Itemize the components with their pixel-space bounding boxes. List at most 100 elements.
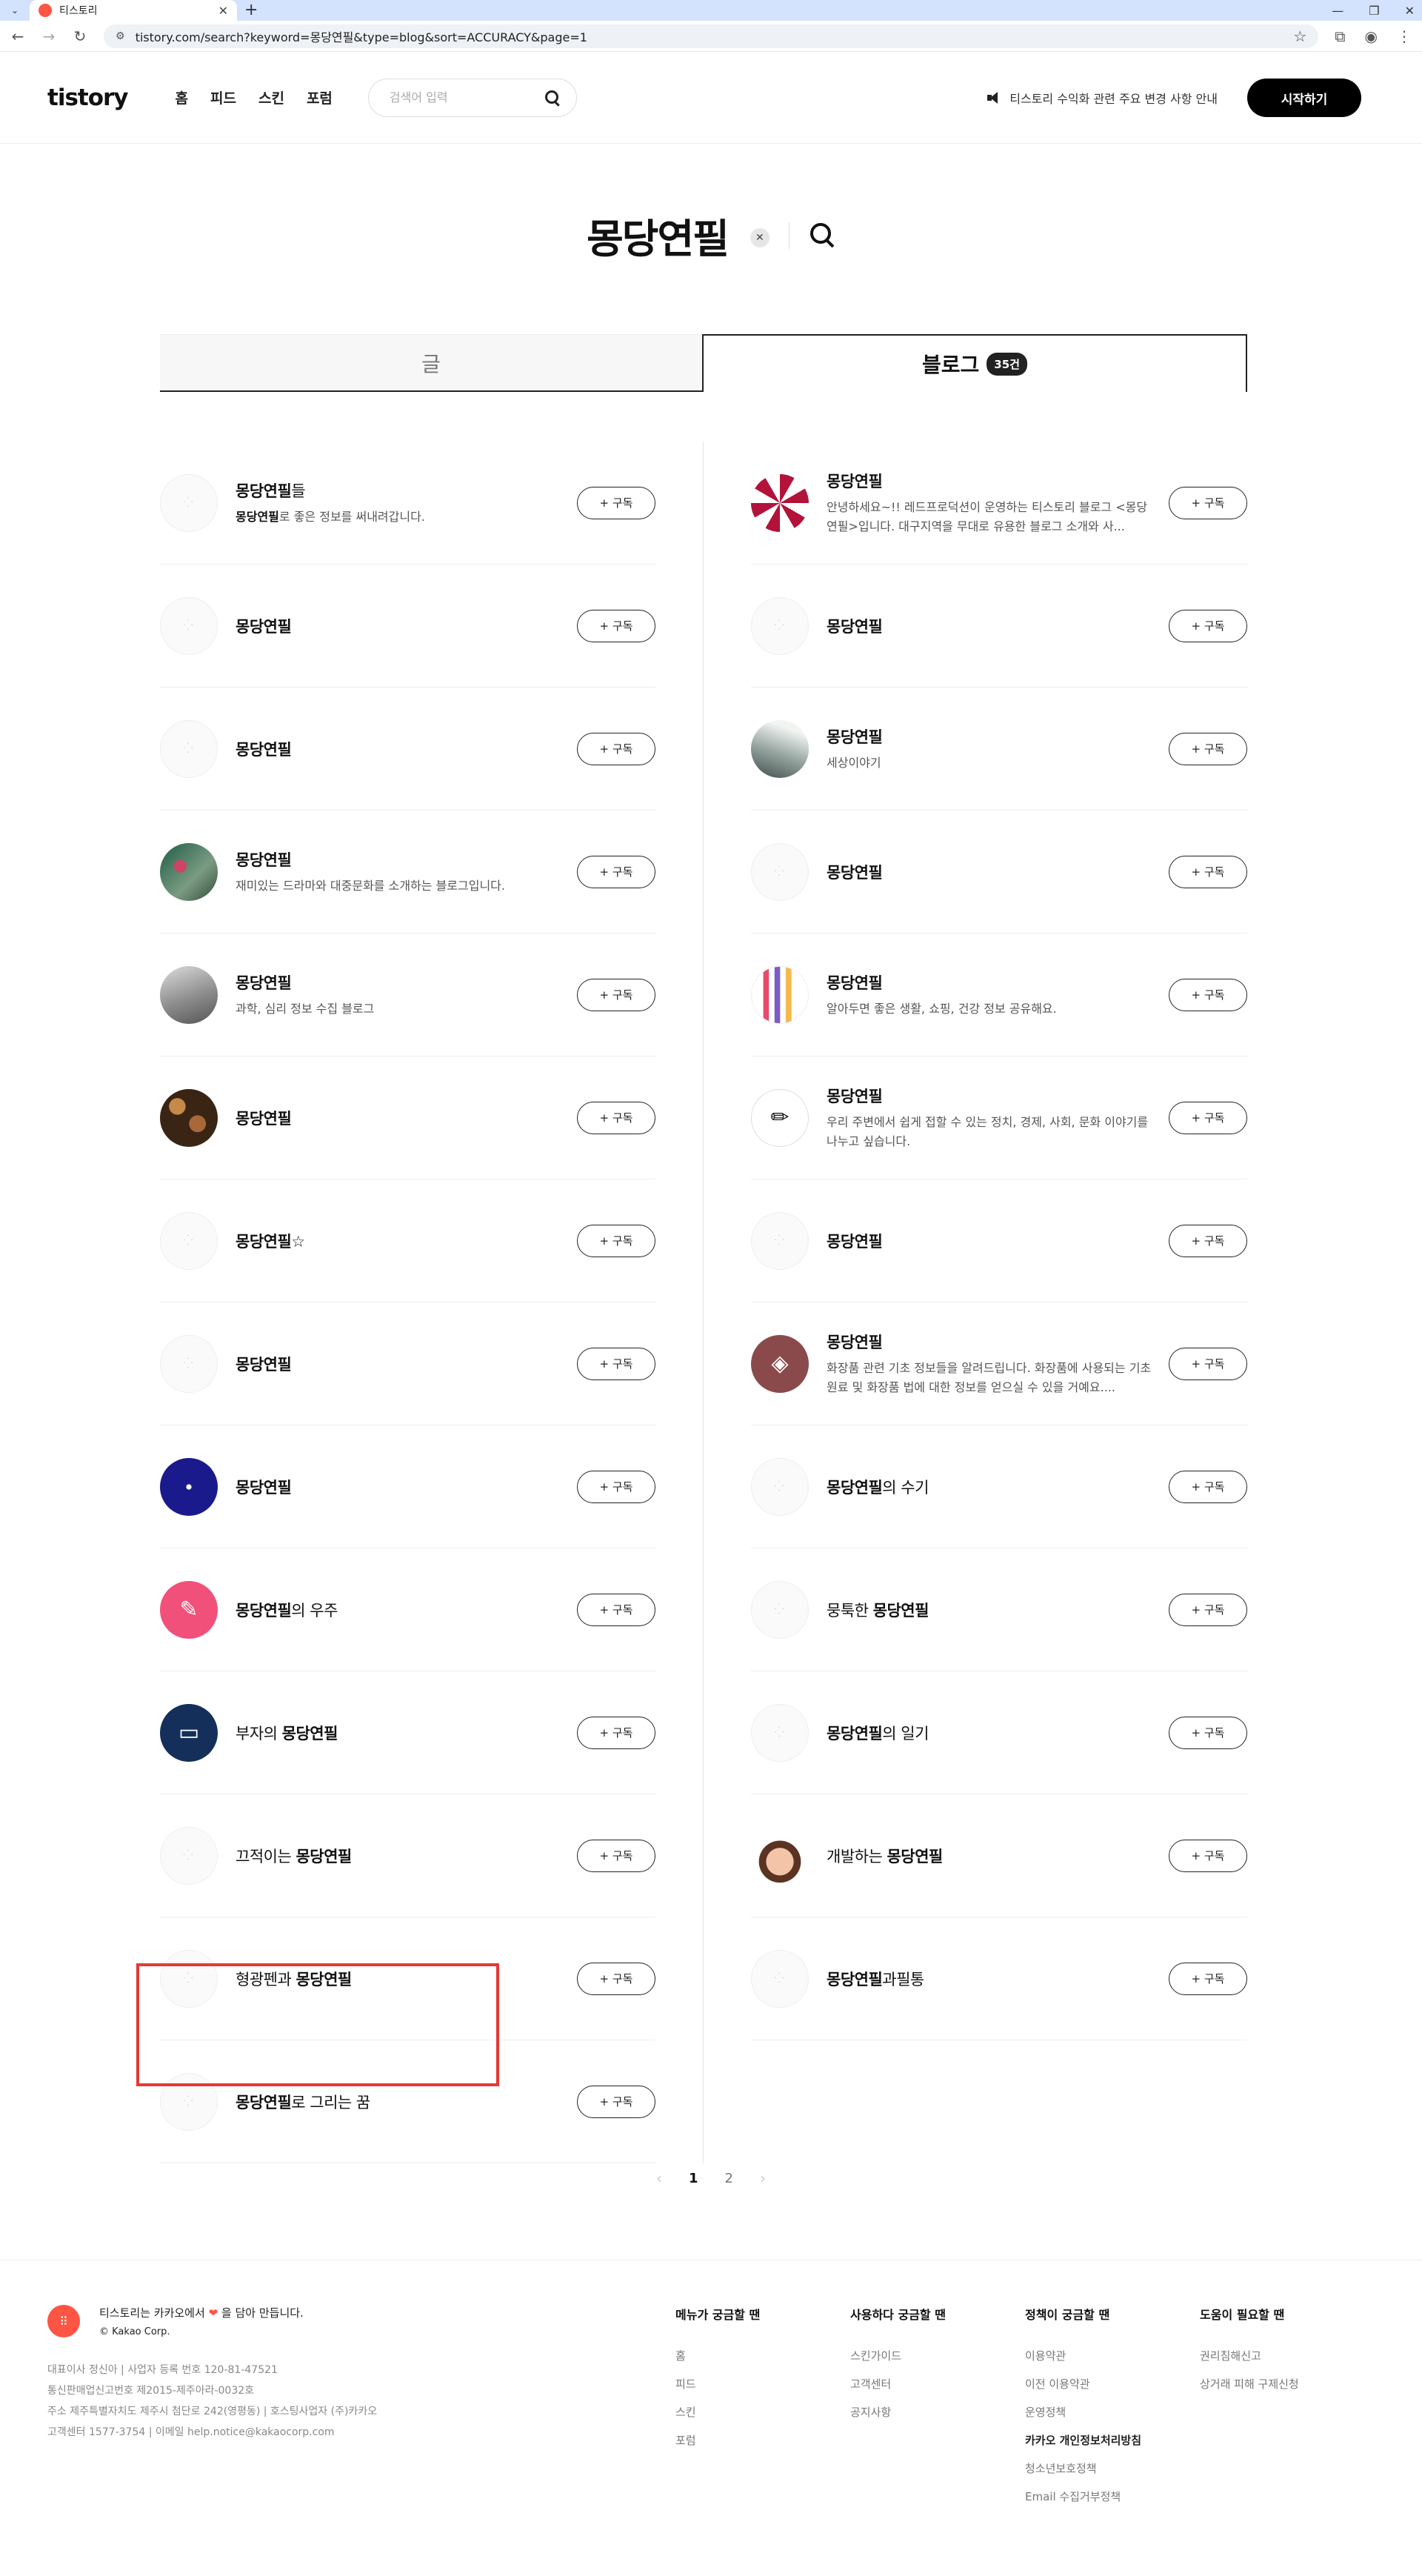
blog-avatar[interactable]: · · · ·: [751, 1949, 809, 2008]
subscribe-button[interactable]: + 구독: [1169, 1839, 1247, 1872]
blog-result-item[interactable]: · · · · 끄적이는 몽당연필 + 구독: [160, 1794, 655, 1917]
footer-link[interactable]: 고객센터: [850, 2370, 1025, 2398]
blog-name[interactable]: 몽당연필: [236, 738, 562, 760]
page-1[interactable]: 1: [689, 2171, 698, 2186]
blog-name[interactable]: 몽당연필의 수기: [827, 1476, 1154, 1498]
search-submit-icon[interactable]: [810, 222, 835, 248]
blog-result-item[interactable]: ▭ 부자의 몽당연필 + 구독: [160, 1671, 655, 1794]
tistory-footer-logo-icon[interactable]: ⠿: [47, 2305, 80, 2337]
subscribe-button[interactable]: + 구독: [1169, 1470, 1247, 1503]
page-2[interactable]: 2: [725, 2171, 733, 2186]
blog-avatar[interactable]: ✏: [751, 1088, 809, 1147]
search-keyword[interactable]: 몽당연필: [587, 206, 730, 264]
close-tab-icon[interactable]: ✕: [218, 4, 228, 18]
blog-avatar[interactable]: · · · ·: [160, 596, 218, 655]
blog-name[interactable]: 부자의 몽당연필: [236, 1722, 562, 1744]
blog-result-item[interactable]: 몽당연필 과학, 심리 정보 수집 블로그 + 구독: [160, 933, 655, 1056]
blog-avatar[interactable]: ▭: [160, 1703, 218, 1762]
blog-avatar[interactable]: · · · ·: [160, 1211, 218, 1270]
blog-name[interactable]: 몽당연필: [236, 1476, 562, 1498]
subscribe-button[interactable]: + 구독: [1169, 609, 1247, 642]
blog-result-item[interactable]: · · · · 몽당연필과필통 + 구독: [751, 1917, 1247, 2040]
minimize-icon[interactable]: —: [1332, 4, 1343, 18]
footer-link[interactable]: 피드: [675, 2370, 850, 2398]
menu-kebab-icon[interactable]: ⋮: [1397, 27, 1412, 45]
subscribe-button[interactable]: + 구독: [1169, 978, 1247, 1011]
blog-result-item[interactable]: · · · · 몽당연필 + 구독: [751, 565, 1247, 688]
subscribe-button[interactable]: + 구독: [1169, 1716, 1247, 1749]
restore-icon[interactable]: ❐: [1369, 4, 1379, 18]
subscribe-button[interactable]: + 구독: [577, 609, 655, 642]
blog-name[interactable]: 끄적이는 몽당연필: [236, 1845, 562, 1867]
blog-result-item[interactable]: · · · · 몽당연필☆ + 구독: [160, 1179, 655, 1302]
nav-home[interactable]: 홈: [176, 87, 188, 107]
blog-name[interactable]: 몽당연필: [827, 861, 1154, 883]
footer-link[interactable]: Email 수집거부정책: [1025, 2483, 1200, 2511]
blog-avatar[interactable]: [160, 965, 218, 1024]
blog-result-item[interactable]: 몽당연필 재미있는 드라마와 대중문화를 소개하는 블로그입니다. + 구독: [160, 811, 655, 933]
reload-icon[interactable]: ↻: [73, 27, 87, 45]
footer-link[interactable]: 이용약관: [1025, 2342, 1200, 2370]
footer-link[interactable]: 포럼: [675, 2426, 850, 2454]
subscribe-button[interactable]: + 구독: [1169, 732, 1247, 765]
blog-avatar[interactable]: · · · ·: [751, 1211, 809, 1270]
blog-result-item[interactable]: 몽당연필 세상이야기 + 구독: [751, 688, 1247, 811]
blog-avatar[interactable]: [160, 842, 218, 901]
blog-result-item[interactable]: · · · · 몽당연필의 일기 + 구독: [751, 1671, 1247, 1794]
blog-avatar[interactable]: [751, 1826, 809, 1885]
subscribe-button[interactable]: + 구독: [577, 486, 655, 519]
blog-name[interactable]: 뭉툭한 몽당연필: [827, 1599, 1154, 1621]
subscribe-button[interactable]: + 구독: [577, 1347, 655, 1380]
footer-link[interactable]: 스킨가이드: [850, 2342, 1025, 2370]
footer-link[interactable]: 홈: [675, 2342, 850, 2370]
subscribe-button[interactable]: + 구독: [1169, 1962, 1247, 1995]
blog-name[interactable]: 몽당연필☆: [236, 1230, 562, 1252]
blog-result-item[interactable]: 몽당연필 + 구독: [160, 1425, 655, 1548]
subscribe-button[interactable]: + 구독: [577, 1839, 655, 1872]
blog-name[interactable]: 몽당연필: [827, 1230, 1154, 1252]
subscribe-button[interactable]: + 구독: [577, 1101, 655, 1134]
blog-result-item[interactable]: 몽당연필 안녕하세요~!! 레드프로덕션이 운영하는 티스토리 블로그 <몽당연필…: [751, 442, 1247, 565]
subscribe-button[interactable]: + 구독: [1169, 1593, 1247, 1626]
blog-name[interactable]: 몽당연필: [827, 1331, 1154, 1353]
close-window-icon[interactable]: ✕: [1405, 4, 1415, 18]
bookmark-star-icon[interactable]: ☆: [1293, 27, 1306, 45]
subscribe-button[interactable]: + 구독: [577, 1593, 655, 1626]
blog-name[interactable]: 몽당연필: [236, 1353, 562, 1375]
blog-result-item[interactable]: 몽당연필 알아두면 좋은 생활, 쇼핑, 건강 정보 공유해요. + 구독: [751, 933, 1247, 1056]
subscribe-button[interactable]: + 구독: [577, 855, 655, 888]
blog-name[interactable]: 몽당연필: [827, 725, 1154, 748]
blog-result-item[interactable]: · · · · 몽당연필 + 구독: [160, 688, 655, 811]
blog-name[interactable]: 몽당연필로 그리는 꿈: [236, 2091, 562, 2113]
subscribe-button[interactable]: + 구독: [1169, 1101, 1247, 1134]
tab-blogs[interactable]: 블로그 35건: [702, 334, 1247, 392]
new-tab-icon[interactable]: +: [244, 1, 258, 19]
prev-page-icon[interactable]: ‹: [656, 2169, 662, 2187]
blog-avatar[interactable]: [751, 719, 809, 778]
tab-search-dropdown-icon[interactable]: ⌄: [6, 1, 24, 19]
blog-name[interactable]: 개발하는 몽당연필: [827, 1845, 1154, 1867]
blog-avatar[interactable]: [751, 473, 809, 532]
blog-avatar[interactable]: · · · ·: [751, 1457, 809, 1516]
blog-name[interactable]: 몽당연필과필통: [827, 1968, 1154, 1990]
blog-name[interactable]: 몽당연필: [827, 470, 1154, 492]
nav-forum[interactable]: 포럼: [307, 87, 333, 107]
footer-link[interactable]: 상거래 피해 구제신청: [1200, 2370, 1375, 2398]
blog-result-item[interactable]: · · · · 몽당연필 + 구독: [160, 1302, 655, 1425]
blog-name[interactable]: 몽당연필: [236, 971, 562, 994]
blog-result-item[interactable]: ✎ 몽당연필의 우주 + 구독: [160, 1548, 655, 1671]
subscribe-button[interactable]: + 구독: [577, 1470, 655, 1503]
blog-avatar[interactable]: · · · ·: [751, 1580, 809, 1639]
blog-result-item[interactable]: ◈ 몽당연필 화장품 관련 기초 정보들을 알려드립니다. 화장품에 사용되는 기초…: [751, 1302, 1247, 1425]
forward-icon[interactable]: →: [41, 27, 56, 45]
blog-avatar[interactable]: ◈: [751, 1334, 809, 1393]
subscribe-button[interactable]: + 구독: [1169, 855, 1247, 888]
footer-link[interactable]: 운영정책: [1025, 2398, 1200, 2426]
blog-avatar[interactable]: · · · ·: [751, 1703, 809, 1762]
blog-name[interactable]: 몽당연필들: [236, 479, 562, 502]
blog-name[interactable]: 몽당연필의 일기: [827, 1722, 1154, 1744]
search-icon[interactable]: [544, 90, 560, 105]
blog-name[interactable]: 몽당연필: [827, 971, 1154, 994]
blog-avatar[interactable]: · · · ·: [751, 596, 809, 655]
blog-name[interactable]: 몽당연필의 우주: [236, 1599, 562, 1621]
